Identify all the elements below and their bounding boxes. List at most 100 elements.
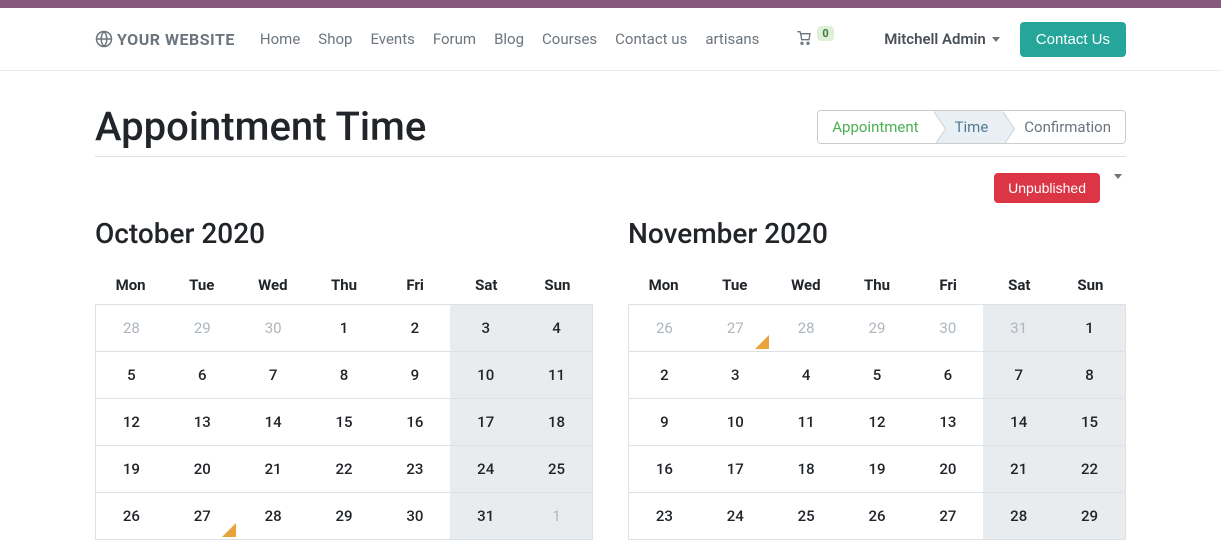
day-cell[interactable]: 12 (96, 399, 167, 445)
calendar-body: 26 27 28 29 30 31 1 2 3 4 5 6 7 8 (628, 304, 1126, 540)
day-cell[interactable]: 1 (309, 305, 380, 351)
day-cell[interactable]: 27 (912, 493, 983, 539)
day-cell[interactable]: 2 (629, 352, 700, 398)
day-num: 27 (727, 319, 744, 337)
day-cell[interactable]: 29 (309, 493, 380, 539)
day-cell[interactable]: 7 (238, 352, 309, 398)
day-cell[interactable]: 31 (983, 305, 1054, 351)
day-cell[interactable]: 24 (700, 493, 771, 539)
dow-fri: Fri (913, 266, 984, 304)
day-cell[interactable]: 3 (700, 352, 771, 398)
calendar-title: October 2020 (95, 217, 593, 250)
day-cell[interactable]: 19 (842, 446, 913, 492)
day-cell[interactable]: 26 (96, 493, 167, 539)
day-cell[interactable]: 18 (521, 399, 592, 445)
main: Appointment Time Appointment Time Confir… (0, 71, 1221, 540)
day-cell[interactable]: 31 (450, 493, 521, 539)
day-cell[interactable]: 22 (1054, 446, 1125, 492)
day-cell[interactable]: 1 (1054, 305, 1125, 351)
nav-blog[interactable]: Blog (494, 30, 524, 48)
day-cell[interactable]: 29 (167, 305, 238, 351)
contact-us-button[interactable]: Contact Us (1020, 22, 1126, 57)
day-cell[interactable]: 5 (842, 352, 913, 398)
day-cell[interactable]: 8 (1054, 352, 1125, 398)
day-cell[interactable]: 8 (309, 352, 380, 398)
day-cell[interactable]: 25 (771, 493, 842, 539)
day-cell[interactable]: 14 (983, 399, 1054, 445)
day-cell[interactable]: 23 (379, 446, 450, 492)
day-cell[interactable]: 23 (629, 493, 700, 539)
publish-dropdown-toggle[interactable] (1110, 175, 1126, 201)
day-cell[interactable]: 16 (379, 399, 450, 445)
day-cell[interactable]: 6 (167, 352, 238, 398)
day-cell[interactable]: 15 (1054, 399, 1125, 445)
day-cell[interactable]: 27 (700, 305, 771, 351)
day-cell[interactable]: 24 (450, 446, 521, 492)
dow-sun: Sun (1055, 266, 1126, 304)
day-cell[interactable]: 30 (379, 493, 450, 539)
day-cell[interactable]: 13 (912, 399, 983, 445)
day-cell[interactable]: 22 (309, 446, 380, 492)
nav-shop[interactable]: Shop (318, 30, 352, 48)
logo[interactable]: YOUR WEBSITE (95, 30, 235, 49)
day-cell[interactable]: 15 (309, 399, 380, 445)
day-cell[interactable]: 21 (983, 446, 1054, 492)
day-cell[interactable]: 10 (700, 399, 771, 445)
day-cell[interactable]: 28 (96, 305, 167, 351)
day-cell[interactable]: 9 (379, 352, 450, 398)
day-cell[interactable]: 9 (629, 399, 700, 445)
nav-contact[interactable]: Contact us (615, 30, 687, 48)
day-cell[interactable]: 30 (238, 305, 309, 351)
dow-sat: Sat (984, 266, 1055, 304)
day-cell[interactable]: 19 (96, 446, 167, 492)
day-cell[interactable]: 30 (912, 305, 983, 351)
cart-button[interactable]: 0 (795, 31, 833, 47)
day-cell[interactable]: 12 (842, 399, 913, 445)
nav-home[interactable]: Home (260, 30, 300, 48)
day-cell[interactable]: 25 (521, 446, 592, 492)
day-cell[interactable]: 18 (771, 446, 842, 492)
day-cell[interactable]: 1 (521, 493, 592, 539)
day-cell[interactable]: 2 (379, 305, 450, 351)
day-cell[interactable]: 17 (700, 446, 771, 492)
day-cell[interactable]: 21 (238, 446, 309, 492)
day-cell[interactable]: 28 (771, 305, 842, 351)
wizard-step-appointment[interactable]: Appointment (818, 111, 932, 143)
day-cell[interactable]: 28 (238, 493, 309, 539)
day-cell[interactable]: 4 (771, 352, 842, 398)
day-cell[interactable]: 26 (842, 493, 913, 539)
day-cell[interactable]: 10 (450, 352, 521, 398)
day-cell[interactable]: 28 (983, 493, 1054, 539)
user-menu[interactable]: Mitchell Admin (884, 30, 1000, 48)
day-cell[interactable]: 14 (238, 399, 309, 445)
day-cell[interactable]: 20 (167, 446, 238, 492)
nav-events[interactable]: Events (370, 30, 414, 48)
nav-courses[interactable]: Courses (542, 30, 597, 48)
day-cell[interactable]: 27 (167, 493, 238, 539)
day-cell[interactable]: 16 (629, 446, 700, 492)
wizard-step-confirmation[interactable]: Confirmation (1002, 111, 1125, 143)
dow-mon: Mon (95, 266, 166, 304)
day-cell[interactable]: 26 (629, 305, 700, 351)
nav-forum[interactable]: Forum (433, 30, 476, 48)
top-accent-bar (0, 0, 1221, 8)
nav-artisans[interactable]: artisans (705, 30, 759, 48)
day-cell[interactable]: 5 (96, 352, 167, 398)
day-cell[interactable]: 3 (450, 305, 521, 351)
calendar-row: 12 13 14 15 16 17 18 (96, 399, 592, 446)
day-cell[interactable]: 17 (450, 399, 521, 445)
calendar-body: 28 29 30 1 2 3 4 5 6 7 8 9 10 11 (95, 304, 593, 540)
calendar-row: 9 10 11 12 13 14 15 (629, 399, 1125, 446)
day-cell[interactable]: 20 (912, 446, 983, 492)
day-cell[interactable]: 6 (912, 352, 983, 398)
day-cell[interactable]: 29 (842, 305, 913, 351)
unpublished-button[interactable]: Unpublished (994, 173, 1100, 203)
day-cell[interactable]: 11 (771, 399, 842, 445)
day-cell[interactable]: 29 (1054, 493, 1125, 539)
day-cell[interactable]: 11 (521, 352, 592, 398)
day-cell[interactable]: 4 (521, 305, 592, 351)
day-cell[interactable]: 7 (983, 352, 1054, 398)
day-cell[interactable]: 13 (167, 399, 238, 445)
caret-down-icon (1114, 174, 1122, 197)
calendar-row: 28 29 30 1 2 3 4 (96, 305, 592, 352)
